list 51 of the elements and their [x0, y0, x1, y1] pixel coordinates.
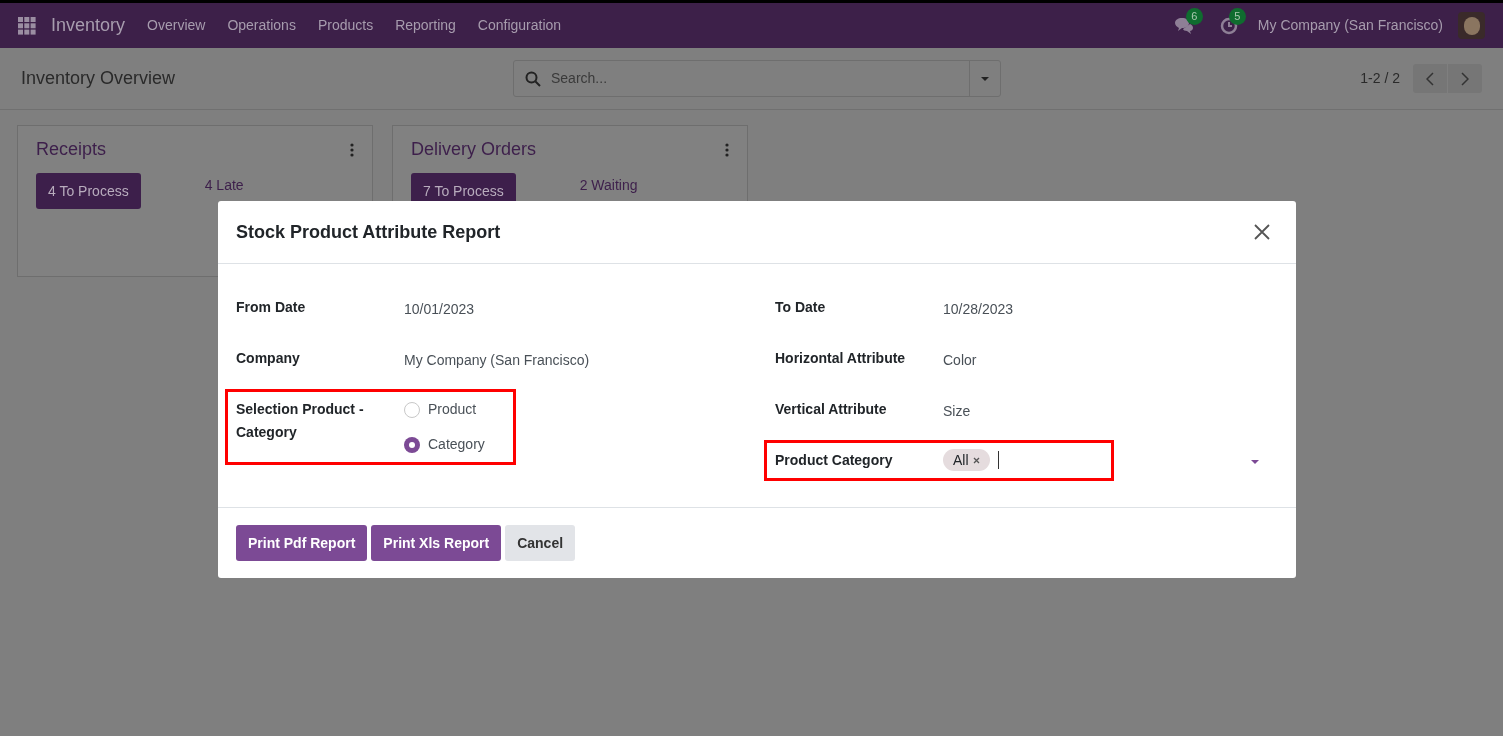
field-value[interactable]: My Company (San Francisco) [404, 347, 590, 372]
user-avatar[interactable] [1458, 12, 1485, 39]
search-placeholder: Search... [551, 69, 609, 88]
message-count-badge: 6 [1185, 7, 1203, 25]
card-title[interactable]: Receipts [36, 136, 107, 163]
card-stat[interactable]: 4 Late [204, 175, 244, 196]
kebab-menu-icon[interactable] [725, 142, 729, 157]
text-cursor [997, 451, 999, 469]
chat-icon[interactable] [1173, 16, 1194, 35]
field-label: Horizontal Attribute [775, 349, 907, 368]
remove-icon[interactable] [972, 456, 980, 464]
activity-count-badge: 5 [1228, 7, 1246, 25]
menu-item[interactable]: Reporting [395, 15, 456, 36]
field-label: Company [236, 349, 301, 368]
close-icon[interactable] [1254, 224, 1270, 240]
card-title[interactable]: Delivery Orders [411, 136, 537, 163]
field-value[interactable]: Size [943, 398, 971, 423]
field-value[interactable]: Color [943, 347, 977, 372]
radio-button[interactable] [404, 401, 420, 418]
menu-item[interactable]: Overview [147, 15, 206, 36]
field-label: From Date [236, 298, 307, 317]
dialog-button[interactable]: Cancel [505, 525, 576, 561]
search-icon [525, 70, 541, 87]
chevron-right-icon [1461, 71, 1469, 86]
kebab-menu-icon[interactable] [350, 142, 354, 157]
company-name[interactable]: My Company (San Francisco) [1257, 15, 1443, 36]
field-label: Vertical Attribute [775, 400, 888, 419]
field-label: Selection Product - Category [236, 400, 365, 442]
radio-label[interactable]: Product [428, 398, 477, 421]
card-stat[interactable]: 2 Waiting [579, 175, 638, 196]
field-value[interactable]: 10/28/2023 [943, 296, 1014, 321]
dialog-title: Stock Product Attribute Report [236, 220, 501, 244]
caret-icon[interactable] [980, 75, 990, 82]
app-name[interactable]: Inventory [51, 12, 126, 39]
radio-button[interactable] [404, 436, 420, 453]
field-label: Product Category [775, 451, 894, 470]
menu-item[interactable]: Products [317, 15, 374, 36]
chevron-left-icon [1426, 71, 1434, 86]
tag[interactable]: All [943, 449, 990, 471]
apps-menu-icon[interactable] [18, 16, 36, 35]
radio-label[interactable]: Category [428, 433, 485, 456]
menu-item[interactable]: Operations [227, 15, 296, 36]
dialog-button[interactable]: Print Xls Report [371, 525, 502, 561]
pager-value: 1-2 / 2 [1360, 69, 1400, 88]
menu-item[interactable]: Configuration [477, 15, 562, 36]
page-title: Inventory Overview [21, 67, 177, 90]
dialog-button[interactable]: Print Pdf Report [236, 525, 368, 561]
caret-icon[interactable] [1250, 459, 1260, 465]
field-label: To Date [775, 298, 827, 317]
to-process-button[interactable]: 4 To Process [36, 173, 141, 209]
field-value[interactable]: 10/01/2023 [404, 296, 475, 321]
